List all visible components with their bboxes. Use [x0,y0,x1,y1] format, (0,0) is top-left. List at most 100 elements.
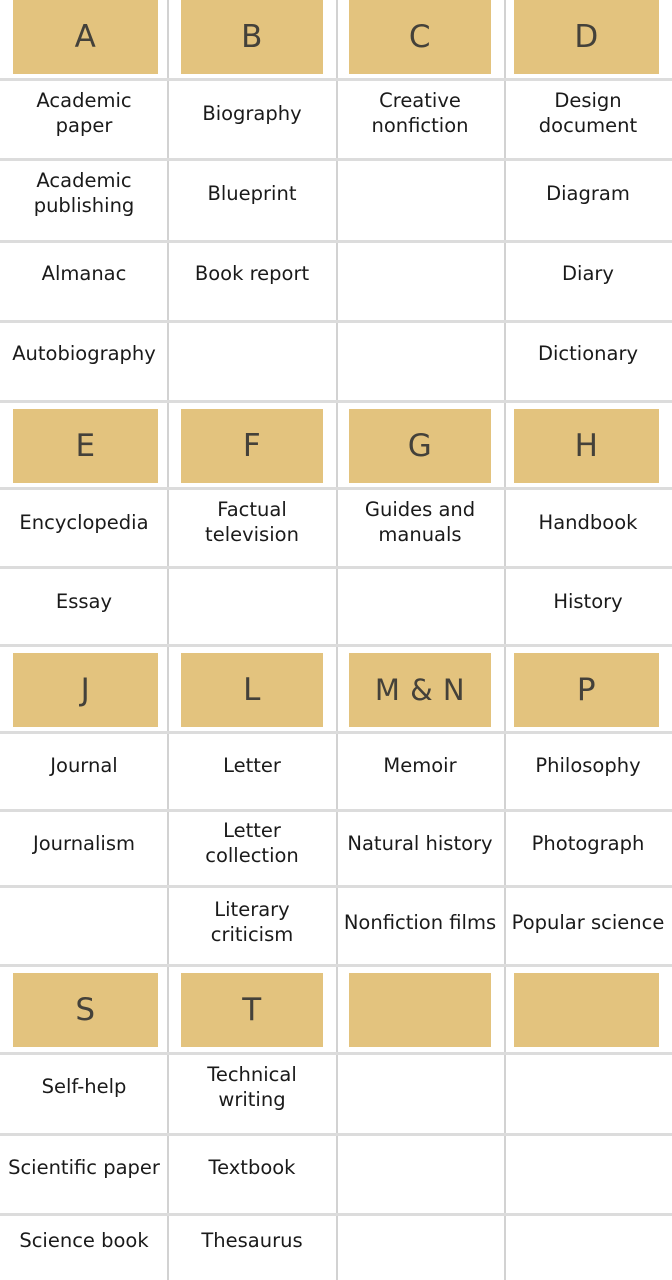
genre-cell-empty [504,1047,672,1128]
genre-cell[interactable]: Journal [0,727,168,805]
genre-cell-empty [336,1208,504,1275]
header-cell-h[interactable]: H [504,409,672,483]
genre-cell[interactable]: Letter collection [168,805,336,883]
header-letter-c: C [349,0,491,74]
row-separator [0,78,672,81]
header-cell-c[interactable]: C [336,0,504,74]
genre-cell[interactable]: Guides and manuals [336,483,504,563]
genre-cell[interactable]: Blueprint [168,154,336,234]
genre-cell[interactable]: Autobiography [0,314,168,394]
header-cell-blank-1 [336,973,504,1047]
genre-cell[interactable]: Technical writing [168,1047,336,1128]
genre-cell[interactable]: Memoir [336,727,504,805]
genre-cell[interactable]: Letter [168,727,336,805]
header-letter-s: S [13,973,158,1047]
header-letter-blank-2 [514,973,659,1047]
header-cell-t[interactable]: T [168,973,336,1047]
genre-cell[interactable]: History [504,563,672,641]
header-row-efgh: E F G H [0,409,672,483]
header-letter-b: B [181,0,323,74]
genre-cell[interactable]: Creative nonfiction [336,74,504,154]
genre-cell[interactable]: Photograph [504,805,672,883]
table-row: Journalism Letter collection Natural his… [0,805,672,883]
genre-cell-empty [0,883,168,963]
genre-cell[interactable]: Encyclopedia [0,483,168,563]
table-row: Self-help Technical writing [0,1047,672,1128]
header-cell-mn[interactable]: M & N [336,653,504,727]
table-row: Science book Thesaurus [0,1208,672,1275]
genre-cell[interactable]: Textbook [168,1128,336,1208]
header-cell-p[interactable]: P [504,653,672,727]
header-letter-h: H [514,409,659,483]
table-row: Literary criticism Nonfiction films Popu… [0,883,672,963]
header-cell-s[interactable]: S [0,973,168,1047]
block-separator [0,964,672,967]
genre-cell[interactable]: Thesaurus [168,1208,336,1275]
nonfiction-genre-table: A B C D Academic paper Biography Creativ… [0,0,672,1280]
row-separator [0,1052,672,1055]
block-separator [0,644,672,647]
genre-cell[interactable]: Factual television [168,483,336,563]
genre-cell[interactable]: Literary criticism [168,883,336,963]
table-row: Journal Letter Memoir Philosophy [0,727,672,805]
genre-cell[interactable]: Academic publishing [0,154,168,234]
header-cell-f[interactable]: F [168,409,336,483]
genre-cell-empty [504,1208,672,1275]
genre-cell[interactable]: Nonfiction films [336,883,504,963]
header-letter-a: A [13,0,158,74]
genre-cell[interactable]: Natural history [336,805,504,883]
header-cell-b[interactable]: B [168,0,336,74]
block-separator [0,400,672,403]
genre-cell-empty [504,1128,672,1208]
header-letter-blank-1 [349,973,491,1047]
genre-cell[interactable]: Almanac [0,234,168,314]
row-separator [0,487,672,490]
genre-cell[interactable]: Diagram [504,154,672,234]
genre-cell[interactable]: Diary [504,234,672,314]
row-separator [0,1133,672,1136]
header-cell-d[interactable]: D [504,0,672,74]
genre-cell[interactable]: Self-help [0,1047,168,1128]
genre-cell[interactable]: Book report [168,234,336,314]
table-row: Almanac Book report Diary [0,234,672,314]
genre-cell-empty [168,314,336,394]
genre-cell[interactable]: Biography [168,74,336,154]
header-cell-j[interactable]: J [0,653,168,727]
row-separator [0,731,672,734]
genre-cell[interactable]: Essay [0,563,168,641]
letter-block-abcd: A B C D Academic paper Biography Creativ… [0,0,672,394]
genre-cell-empty [168,563,336,641]
genre-cell-empty [336,314,504,394]
header-letter-e: E [13,409,158,483]
genre-cell[interactable]: Philosophy [504,727,672,805]
genre-cell[interactable]: Academic paper [0,74,168,154]
table-row: Academic paper Biography Creative nonfic… [0,74,672,154]
genre-cell[interactable]: Scientific paper [0,1128,168,1208]
row-separator [0,320,672,323]
row-separator [0,158,672,161]
header-letter-f: F [181,409,323,483]
header-cell-g[interactable]: G [336,409,504,483]
genre-cell[interactable]: Science book [0,1208,168,1275]
row-separator [0,566,672,569]
row-separator [0,885,672,888]
header-letter-j: J [13,653,158,727]
header-cell-l[interactable]: L [168,653,336,727]
header-row-abcd: A B C D [0,0,672,74]
genre-cell[interactable]: Handbook [504,483,672,563]
header-letter-d: D [514,0,659,74]
header-letter-g: G [349,409,491,483]
table-row: Autobiography Dictionary [0,314,672,394]
header-cell-e[interactable]: E [0,409,168,483]
genre-cell[interactable]: Popular science [504,883,672,963]
header-letter-t: T [181,973,323,1047]
genre-cell[interactable]: Design document [504,74,672,154]
letter-block-jlmnp: J L M & N P Journal Letter Memoir Philos… [0,653,672,963]
header-cell-a[interactable]: A [0,0,168,74]
table-row: Essay History [0,563,672,641]
header-letter-p: P [514,653,659,727]
genre-cell[interactable]: Dictionary [504,314,672,394]
header-row-jlmnp: J L M & N P [0,653,672,727]
genre-cell-empty [336,154,504,234]
genre-cell[interactable]: Journalism [0,805,168,883]
